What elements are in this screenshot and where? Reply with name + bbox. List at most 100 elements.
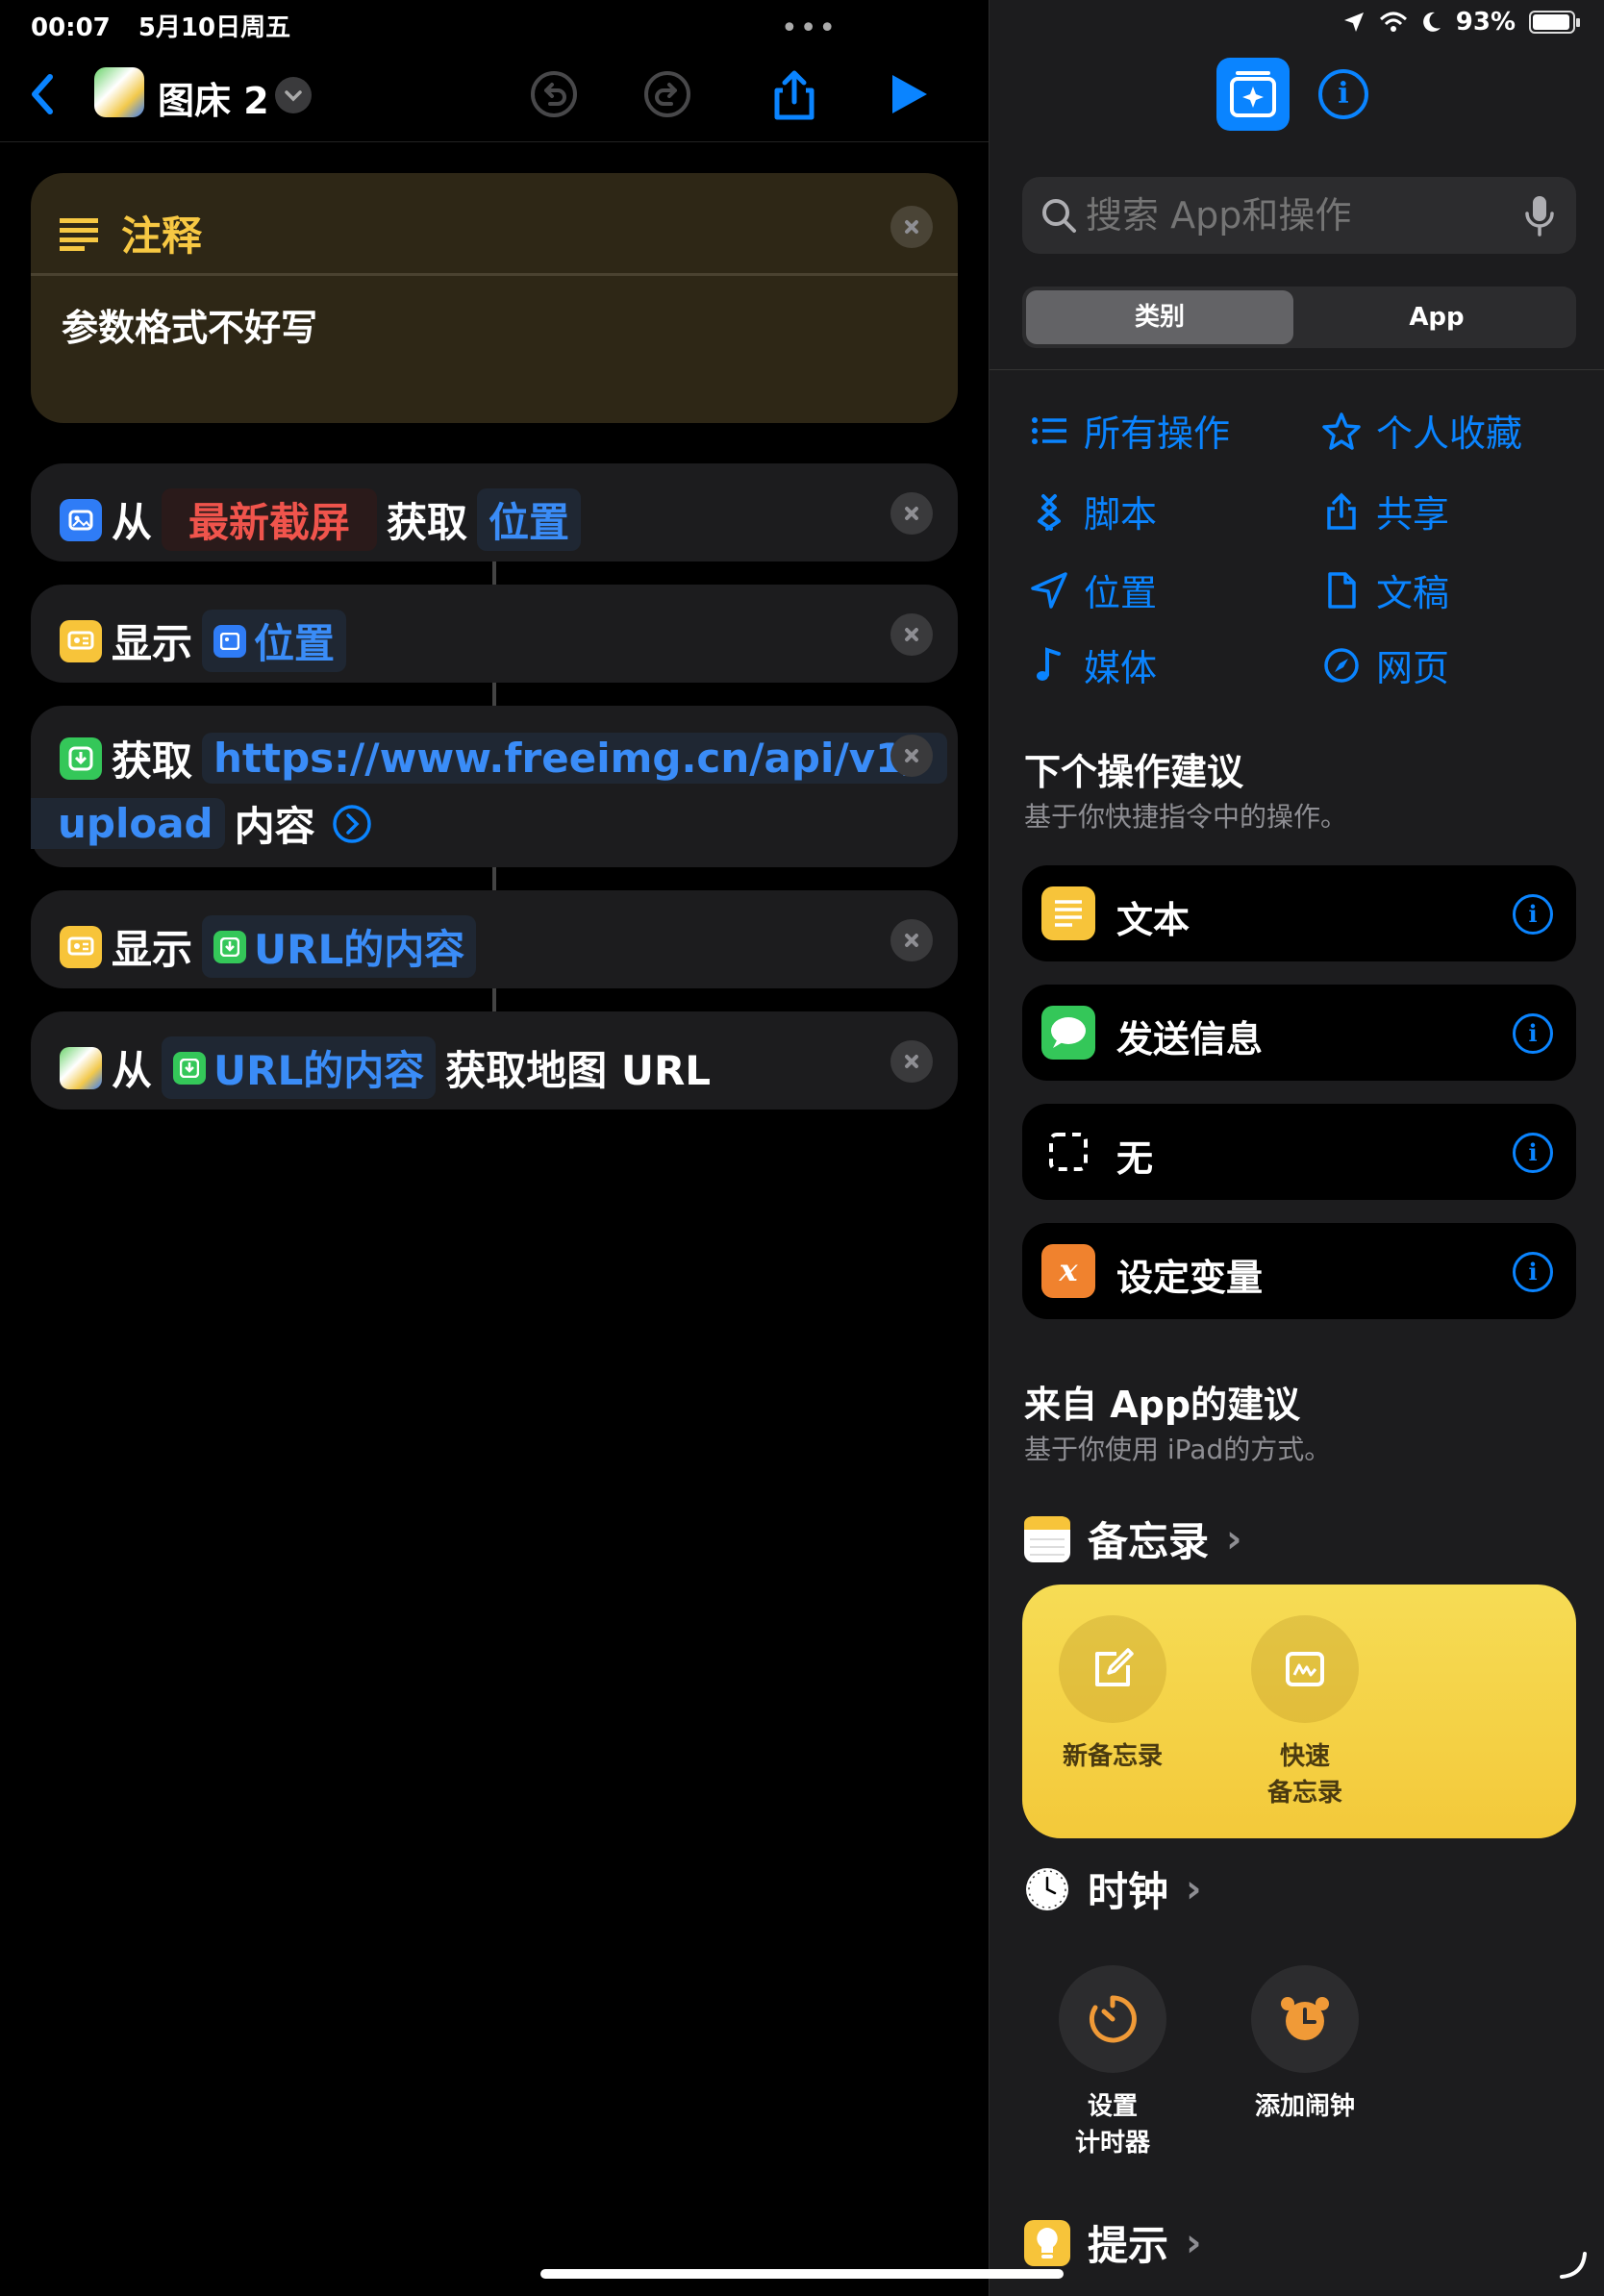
category-sharing[interactable]: 共享 [1322, 485, 1449, 537]
remove-action-button[interactable] [890, 919, 933, 961]
category-all-actions[interactable]: 所有操作 [1030, 404, 1230, 457]
category-location[interactable]: 位置 [1030, 563, 1157, 616]
undo-icon[interactable] [527, 67, 581, 121]
info-icon[interactable]: i [1513, 1133, 1553, 1173]
comment-card[interactable]: 注释 参数格式不好写 [31, 173, 958, 423]
maps-icon [60, 1046, 102, 1089]
photo-icon [60, 498, 102, 541]
location-services-icon [1343, 12, 1364, 32]
info-icon[interactable]: i [1513, 894, 1553, 935]
comment-body[interactable]: 参数格式不好写 [62, 298, 317, 351]
suggestion-label: 发送信息 [1116, 1018, 1264, 1061]
location-variable[interactable]: 位置 [202, 610, 347, 672]
expand-chevron-icon[interactable] [331, 803, 373, 845]
suggestion-send-message[interactable]: 发送信息 i [1022, 985, 1576, 1081]
battery-percentage: 93% [1455, 8, 1516, 37]
back-chevron-icon[interactable] [23, 67, 62, 121]
segment-categories[interactable]: 类别 [1026, 290, 1293, 344]
actions-library-tab[interactable] [1216, 58, 1290, 131]
location-param[interactable]: 位置 [477, 488, 582, 551]
url-contents-variable[interactable]: URL的内容 [162, 1036, 437, 1099]
text-icon [1041, 886, 1095, 940]
share-icon[interactable] [767, 67, 821, 121]
segment-apps[interactable]: App [1301, 290, 1572, 344]
chevron-right-icon: › [1186, 1866, 1202, 1911]
category-label: 脚本 [1084, 493, 1158, 536]
category-web[interactable]: 网页 [1322, 638, 1449, 691]
action-show-url-contents[interactable]: 显示 URL的内容 [31, 890, 958, 988]
music-note-icon [1037, 646, 1061, 681]
shortcut-details-info-icon[interactable]: i [1318, 69, 1368, 119]
resize-handle-icon[interactable] [1556, 2248, 1591, 2283]
suggestion-text[interactable]: 文本 i [1022, 865, 1576, 961]
notes-app-icon [1024, 1515, 1070, 1562]
action-get-location[interactable]: 从 最新截屏 获取 位置 [31, 463, 958, 562]
remove-action-button[interactable] [890, 1040, 933, 1083]
param-label: 位置 [489, 499, 570, 546]
comment-header: 注释 [121, 212, 203, 260]
do-not-disturb-moon-icon [1422, 12, 1441, 32]
add-alarm-action[interactable]: 添加闹钟 [1228, 1965, 1382, 2125]
category-media[interactable]: 媒体 [1030, 638, 1157, 691]
url-param[interactable]: https://www.freeimg.cn/api/v1/ [202, 733, 947, 784]
set-timer-action[interactable]: 设置 计时器 [1036, 1965, 1190, 2161]
search-input[interactable] [1086, 192, 1509, 238]
action-get-url-contents[interactable]: 获取 https://www.freeimg.cn/api/v1/ upload… [31, 706, 958, 867]
suggestion-nothing[interactable]: 无 i [1022, 1104, 1576, 1200]
action-verb: 获取 [112, 737, 193, 785]
category-label: 文稿 [1376, 572, 1450, 614]
category-documents[interactable]: 文稿 [1322, 563, 1449, 616]
home-indicator[interactable] [540, 2269, 1064, 2279]
share-icon [1327, 492, 1356, 530]
action-verb: 获取 [387, 499, 468, 546]
action-verb: 从 [112, 1047, 153, 1094]
star-icon [1322, 412, 1361, 450]
wifi-icon [1379, 12, 1407, 32]
status-bar: 00:07 5月10日周五 ••• 93% [0, 0, 1604, 46]
redo-icon[interactable] [640, 67, 694, 121]
next-actions-subtitle: 基于你快捷指令中的操作。 [1024, 801, 1348, 833]
remove-action-button[interactable] [890, 735, 933, 777]
category-scripting[interactable]: 脚本 [1030, 485, 1157, 537]
clock-app-header[interactable]: 时钟 › [1024, 1859, 1202, 1918]
status-date: 5月10日周五 [138, 13, 291, 42]
multitasking-dots-icon[interactable]: ••• [781, 12, 838, 45]
remove-action-button[interactable] [890, 492, 933, 535]
suggestion-set-variable[interactable]: x 设定变量 i [1022, 1223, 1576, 1319]
category-favorites[interactable]: 个人收藏 [1322, 404, 1522, 457]
remove-action-button[interactable] [890, 206, 933, 248]
action-get-maps-url[interactable]: 从 URL的内容 获取地图 URL [31, 1011, 958, 1110]
chevron-right-icon: › [1186, 2220, 1202, 2265]
app-suggestions-subtitle: 基于你使用 iPad的方式。 [1024, 1434, 1332, 1465]
editor-toolbar: 图床 2 [0, 46, 989, 142]
app-name: 时钟 [1088, 1868, 1169, 1915]
alarm-clock-icon [1281, 1997, 1329, 2040]
info-icon[interactable]: i [1513, 1252, 1553, 1292]
status-time: 00:07 [31, 13, 111, 42]
title-menu-chevron-icon[interactable] [275, 77, 312, 113]
latest-screenshot-param[interactable]: 最新截屏 [162, 488, 378, 551]
run-play-icon[interactable] [881, 67, 935, 121]
info-icon[interactable]: i [1513, 1013, 1553, 1054]
microphone-icon[interactable] [1524, 194, 1555, 237]
action-verb: 显示 [112, 620, 193, 667]
compose-icon [1095, 1648, 1134, 1686]
shortcut-title[interactable]: 图床 2 [158, 71, 269, 124]
quick-note-icon [1286, 1652, 1324, 1686]
url-contents-variable[interactable]: URL的内容 [202, 915, 477, 978]
reminders-app-header[interactable]: 提示 › [1024, 2213, 1202, 2272]
category-label: 位置 [1084, 572, 1158, 614]
new-note-action[interactable]: 新备忘录 [1036, 1615, 1190, 1775]
remove-action-button[interactable] [890, 613, 933, 656]
action-verb: 从 [112, 499, 153, 546]
url-param-continued[interactable]: upload [31, 798, 225, 849]
category-label: 共享 [1376, 493, 1450, 536]
action-show-location[interactable]: 显示 位置 [31, 585, 958, 683]
quick-note-action[interactable]: 快速 备忘录 [1228, 1615, 1382, 1811]
quick-action-label: 新备忘录 [1062, 1742, 1163, 1771]
url-text: upload [58, 800, 213, 847]
flow-connector [492, 683, 496, 706]
search-bar[interactable] [1022, 177, 1576, 254]
show-result-icon [60, 619, 102, 662]
notes-app-header[interactable]: 备忘录 › [1024, 1510, 1242, 1568]
